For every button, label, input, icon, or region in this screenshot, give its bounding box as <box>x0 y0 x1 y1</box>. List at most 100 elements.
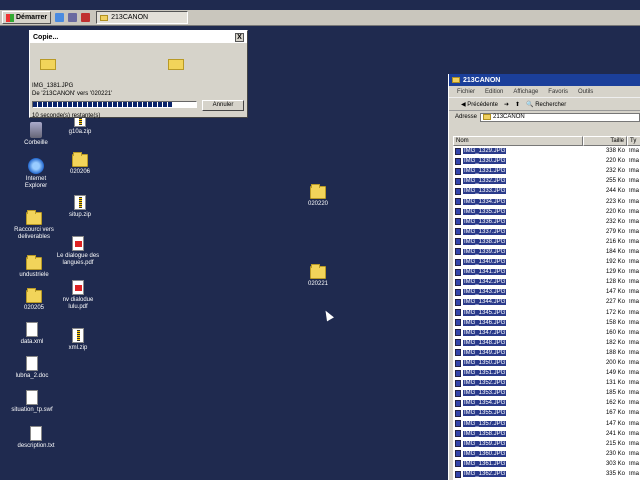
file-name: IMG_1337.JPG <box>463 228 507 235</box>
table-row[interactable]: IMG_1357.JPG 147 Ko Ima <box>453 419 640 429</box>
file-type: Ima <box>629 198 640 205</box>
file-size: 241 Ko <box>605 430 625 437</box>
table-row[interactable]: IMG_1348.JPG 182 Ko Ima <box>453 338 640 348</box>
table-row[interactable]: IMG_1355.JPG 167 Ko Ima <box>453 408 640 418</box>
table-row[interactable]: IMG_1337.JPG 279 Ko Ima <box>453 227 640 237</box>
copy-progress-fill <box>33 102 172 107</box>
close-icon[interactable]: X <box>235 32 244 42</box>
menu-item-edition[interactable]: Edition <box>485 89 503 95</box>
desktop-icon-label: situation_tp.swf <box>11 407 53 413</box>
desktop-icon-lubna-doc[interactable]: lubna_2.doc <box>10 356 54 380</box>
internet-explorer-quicklaunch-icon[interactable] <box>55 13 65 22</box>
jpg-file-icon <box>455 329 461 337</box>
table-row[interactable]: IMG_1344.JPG 227 Ko Ima <box>453 297 640 307</box>
table-row[interactable]: IMG_1336.JPG 232 Ko Ima <box>453 217 640 227</box>
table-row[interactable]: IMG_1362.JPG 335 Ko Ima <box>453 469 640 479</box>
start-button[interactable]: Démarrer <box>2 11 52 24</box>
up-folder-icon[interactable]: ⬆ <box>515 101 520 108</box>
jpg-file-icon <box>455 379 461 387</box>
desktop-icon-020206[interactable]: 020206 <box>58 152 102 176</box>
table-row[interactable]: IMG_1339.JPG 184 Ko Ima <box>453 247 640 257</box>
folder-icon <box>452 77 460 83</box>
table-row[interactable]: IMG_1358.JPG 241 Ko Ima <box>453 429 640 439</box>
table-row[interactable]: IMG_1335.JPG 220 Ko Ima <box>453 207 640 217</box>
table-row[interactable]: IMG_1340.JPG 192 Ko Ima <box>453 257 640 267</box>
desktop-icon-deliverables-shortcut[interactable]: Raccourci vers deliverables <box>12 210 56 241</box>
menu-item-outils[interactable]: Outils <box>578 89 593 95</box>
table-row[interactable]: IMG_1351.JPG 149 Ko Ima <box>453 368 640 378</box>
file-type: Ima <box>629 269 640 276</box>
table-row[interactable]: IMG_1346.JPG 158 Ko Ima <box>453 318 640 328</box>
file-size: 172 Ko <box>605 309 625 316</box>
table-row[interactable]: IMG_1360.JPG 230 Ko Ima <box>453 449 640 459</box>
search-button[interactable]: 🔍 Rechercher <box>526 101 566 108</box>
desktop-icon-dialogue-pdf[interactable]: Le dialogue des langues.pdf <box>56 236 100 267</box>
desktop-quicklaunch-icon[interactable] <box>68 13 78 22</box>
desktop-icon-situp-zip[interactable]: situp.zip <box>58 195 102 219</box>
menu-item-affichage[interactable]: Affichage <box>513 89 538 95</box>
column-header-type[interactable]: Ty <box>627 136 640 146</box>
file-size: 230 Ko <box>605 450 625 457</box>
table-row[interactable]: IMG_1345.JPG 172 Ko Ima <box>453 308 640 318</box>
menu-item-fichier[interactable]: Fichier <box>457 89 475 95</box>
file-size: 167 Ko <box>605 410 625 417</box>
file-name-cell: IMG_1359.JPG <box>453 440 583 448</box>
table-row[interactable]: IMG_1350.JPG 200 Ko Ima <box>453 358 640 368</box>
jpg-file-icon <box>455 440 461 448</box>
table-row[interactable]: IMG_1332.JPG 255 Ko Ima <box>453 176 640 186</box>
taskbar-item-213canon[interactable]: 213CANON <box>96 11 189 24</box>
column-header-size[interactable]: Taille <box>583 136 627 146</box>
file-name: IMG_1358.JPG <box>463 430 507 437</box>
desktop-icon-description-txt[interactable]: description.txt <box>14 426 58 450</box>
jpg-file-icon <box>455 389 461 397</box>
desktop-icon-recycle-bin[interactable]: Corbeille <box>14 122 58 147</box>
file-name-cell: IMG_1357.JPG <box>453 420 583 428</box>
desktop-icon-internet-explorer[interactable]: Internet Explorer <box>14 158 58 190</box>
explorer-titlebar[interactable]: 213CANON <box>449 74 640 86</box>
table-row[interactable]: IMG_1343.JPG 147 Ko Ima <box>453 287 640 297</box>
cancel-button[interactable]: Annuler <box>202 100 244 111</box>
desktop-icon-020205[interactable]: 020205 <box>12 288 56 312</box>
desktop-icon-020221[interactable]: 020221 <box>296 264 340 288</box>
table-row[interactable]: IMG_1352.JPG 131 Ko Ima <box>453 378 640 388</box>
table-row[interactable]: IMG_1347.JPG 160 Ko Ima <box>453 328 640 338</box>
file-size: 149 Ko <box>605 370 625 377</box>
media-quicklaunch-icon[interactable] <box>81 13 91 22</box>
desktop-icon-dialodue-lulu-pdf[interactable]: nv dialodue lulu.pdf <box>56 280 100 311</box>
forward-arrow-icon[interactable]: ➜ <box>504 101 509 108</box>
table-row[interactable]: IMG_1331.JPG 232 Ko Ima <box>453 166 640 176</box>
jpg-file-icon <box>455 399 461 407</box>
address-input[interactable]: 213CANON <box>480 112 640 122</box>
desktop-icon-020220[interactable]: 020220 <box>296 184 340 208</box>
column-header-name[interactable]: Nom <box>453 136 583 146</box>
table-row[interactable]: IMG_1342.JPG 128 Ko Ima <box>453 277 640 287</box>
taskbar-item-label: 213CANON <box>111 14 149 21</box>
desktop-icon-situation-swf[interactable]: situation_tp.swf <box>10 390 54 414</box>
desktop-icon-data-xml[interactable]: data.xml <box>10 322 54 346</box>
table-row[interactable]: IMG_1329.JPG 338 Ko Ima <box>453 146 640 156</box>
table-row[interactable]: IMG_1353.JPG 185 Ko Ima <box>453 388 640 398</box>
back-button[interactable]: ◀ Précédente <box>461 101 498 108</box>
table-row[interactable]: IMG_1361.JPG 303 Ko Ima <box>453 459 640 469</box>
table-row[interactable]: IMG_1354.JPG 162 Ko Ima <box>453 398 640 408</box>
table-row[interactable]: IMG_1330.JPG 220 Ko Ima <box>453 156 640 166</box>
jpg-file-icon <box>455 430 461 438</box>
table-row[interactable]: IMG_1338.JPG 216 Ko Ima <box>453 237 640 247</box>
column-headers: Nom Taille Ty <box>453 136 640 146</box>
jpg-file-icon <box>455 187 461 195</box>
windows-logo-icon <box>6 13 14 22</box>
table-row[interactable]: IMG_1349.JPG 188 Ko Ima <box>453 348 640 358</box>
file-type: Ima <box>629 238 640 245</box>
desktop-icon-undustriele[interactable]: undustriele <box>12 255 56 279</box>
file-size: 215 Ko <box>605 440 625 447</box>
desktop-icon-label: undustriele <box>19 272 49 278</box>
file-type: Ima <box>629 440 640 447</box>
table-row[interactable]: IMG_1359.JPG 215 Ko Ima <box>453 439 640 449</box>
copy-dialog-titlebar[interactable]: Copie... X <box>30 31 247 43</box>
menu-item-favoris[interactable]: Favoris <box>548 89 568 95</box>
file-name-cell: IMG_1340.JPG <box>453 258 583 266</box>
table-row[interactable]: IMG_1341.JPG 129 Ko Ima <box>453 267 640 277</box>
desktop-icon-xml-zip[interactable]: xml.zip <box>56 328 100 352</box>
table-row[interactable]: IMG_1334.JPG 223 Ko Ima <box>453 196 640 206</box>
table-row[interactable]: IMG_1333.JPG 244 Ko Ima <box>453 186 640 196</box>
